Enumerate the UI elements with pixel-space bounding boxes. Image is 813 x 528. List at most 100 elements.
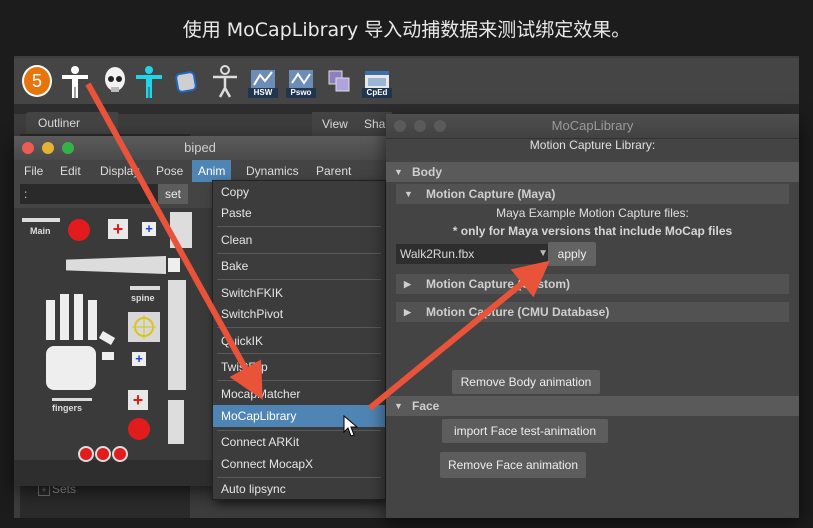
menu-item-auto-lipsync[interactable]: Auto lipsync: [213, 479, 385, 497]
tpose-button[interactable]: [60, 64, 90, 98]
menu-item-clean[interactable]: Clean: [213, 229, 385, 251]
outline-figure-button[interactable]: [210, 64, 240, 98]
menu-divider: [217, 380, 381, 381]
close-icon[interactable]: [22, 142, 34, 154]
cross-control[interactable]: +: [108, 219, 128, 239]
spine-control[interactable]: [128, 312, 160, 342]
section-motion-capture-custom[interactable]: ▶ Motion Capture (Custom): [396, 274, 789, 294]
menu-anim[interactable]: Anim: [192, 160, 232, 182]
menu-divider: [217, 253, 381, 254]
cyan-figure-icon: [136, 66, 162, 98]
cped-label: CpEd: [362, 88, 392, 98]
viewport-menubar: View Sha: [312, 112, 392, 136]
set-button[interactable]: set: [158, 184, 188, 204]
menu-display[interactable]: Display: [100, 164, 139, 178]
menu-item-connect-mocapx[interactable]: Connect MocapX: [213, 453, 385, 475]
main-bar: [22, 218, 60, 222]
number-badge-icon: 5: [22, 65, 52, 97]
red-control[interactable]: [128, 418, 150, 440]
maya-note: * only for Maya versions that include Mo…: [452, 224, 733, 238]
expand-icon: ▶: [404, 307, 411, 317]
minimize-icon[interactable]: [414, 120, 426, 132]
small-control-3[interactable]: [112, 446, 128, 462]
minimize-icon[interactable]: [42, 142, 54, 154]
blue-cross-control-2[interactable]: +: [132, 352, 146, 366]
remove-body-animation-button[interactable]: Remove Body animation: [452, 370, 600, 394]
menu-divider: [217, 279, 381, 280]
section-motion-capture-maya[interactable]: ▼ Motion Capture (Maya): [396, 184, 789, 204]
menu-shading[interactable]: Sha: [364, 117, 385, 131]
menu-item-bake[interactable]: Bake: [213, 255, 385, 277]
page-caption: 使用 MoCapLibrary 导入动捕数据来测试绑定效果。: [182, 18, 631, 41]
menu-item-switchfkik[interactable]: SwitchFKIK: [213, 282, 385, 304]
remove-face-animation-button[interactable]: Remove Face animation: [440, 452, 586, 478]
outline-figure-icon: [213, 65, 237, 98]
pswo-label: Pswo: [286, 88, 316, 98]
menu-file[interactable]: File: [24, 164, 43, 178]
hand-icon[interactable]: [32, 290, 122, 400]
maya-description: Maya Example Motion Capture files:: [496, 206, 689, 220]
main-label: Main: [30, 226, 51, 236]
spine-bar: [130, 286, 160, 290]
copy-layer-button[interactable]: [324, 64, 354, 98]
menu-pose[interactable]: Pose: [156, 164, 183, 178]
menu-item-switchpivot[interactable]: SwitchPivot: [213, 303, 385, 325]
mocap-file-select[interactable]: Walk2Run.fbx ▼: [396, 244, 554, 264]
zoom-icon[interactable]: [434, 120, 446, 132]
section-motion-capture-cmu[interactable]: ▶ Motion Capture (CMU Database): [396, 302, 789, 322]
cross-control-2[interactable]: +: [128, 390, 148, 410]
shelf-badge-button[interactable]: 5: [22, 64, 52, 98]
hsw-button[interactable]: HSW: [248, 64, 278, 98]
blue-cross-control[interactable]: +: [142, 222, 156, 236]
small-control-1[interactable]: [78, 446, 94, 462]
expand-icon: ▶: [404, 279, 411, 289]
menu-divider: [217, 226, 381, 227]
cube-button[interactable]: [172, 64, 202, 98]
main-control[interactable]: [68, 219, 90, 241]
menu-item-connect-arkit[interactable]: Connect ARKit: [213, 431, 385, 453]
menu-item-quickik[interactable]: QuickIK: [213, 330, 385, 352]
collapse-icon: ▼: [394, 401, 403, 411]
menu-item-paste[interactable]: Paste: [213, 202, 385, 224]
chevron-down-icon: ▼: [538, 248, 548, 259]
menu-parent[interactable]: Parent: [316, 164, 351, 178]
shoulder-control[interactable]: [168, 258, 180, 272]
menu-item-mocapmatcher[interactable]: MocapMatcher: [213, 383, 385, 405]
menu-edit[interactable]: Edit: [60, 164, 81, 178]
tpose-figure-icon: [62, 66, 88, 98]
section-body[interactable]: ▼ Body: [386, 162, 799, 182]
menu-divider: [217, 327, 381, 328]
outliner-tab[interactable]: Outliner: [26, 112, 118, 134]
cube-icon: [175, 71, 197, 93]
layers-icon: [328, 70, 350, 92]
hsw-label: HSW: [248, 88, 278, 98]
small-control-2[interactable]: [95, 446, 111, 462]
mocaplibrary-window: MoCapLibrary Motion Capture Library: ▼ Bo…: [386, 114, 799, 518]
menu-dynamics[interactable]: Dynamics: [246, 164, 299, 178]
fingers-label: fingers: [52, 403, 83, 413]
body-control[interactable]: [170, 212, 192, 248]
collapse-icon: ▼: [394, 167, 403, 177]
spine-label: spine: [131, 293, 155, 303]
torso-control[interactable]: [168, 280, 186, 390]
section-face[interactable]: ▼ Face: [386, 396, 799, 416]
skeleton-button[interactable]: [134, 64, 164, 98]
cped-button[interactable]: CpEd: [362, 64, 392, 98]
biped-title: biped: [184, 140, 216, 155]
leg-control[interactable]: [168, 400, 184, 444]
menu-item-copy[interactable]: Copy: [213, 181, 385, 203]
apply-button[interactable]: apply: [548, 242, 596, 266]
face-rig-button[interactable]: [100, 64, 130, 98]
menu-view[interactable]: View: [322, 117, 348, 131]
import-face-test-animation-button[interactable]: import Face test-animation: [442, 419, 608, 443]
pswo-button[interactable]: Pswo: [286, 64, 316, 98]
menu-divider: [217, 353, 381, 354]
close-icon[interactable]: [394, 120, 406, 132]
zoom-icon[interactable]: [62, 142, 74, 154]
namespace-field[interactable]: :: [20, 184, 160, 204]
menu-item-twistflip[interactable]: TwistFlip: [213, 356, 385, 378]
yellow-circle-icon: [132, 315, 156, 339]
mocap-titlebar: MoCapLibrary: [386, 114, 799, 139]
fingers-bar: [52, 398, 92, 401]
menu-item-mocaplibrary[interactable]: MoCapLibrary: [213, 405, 385, 427]
